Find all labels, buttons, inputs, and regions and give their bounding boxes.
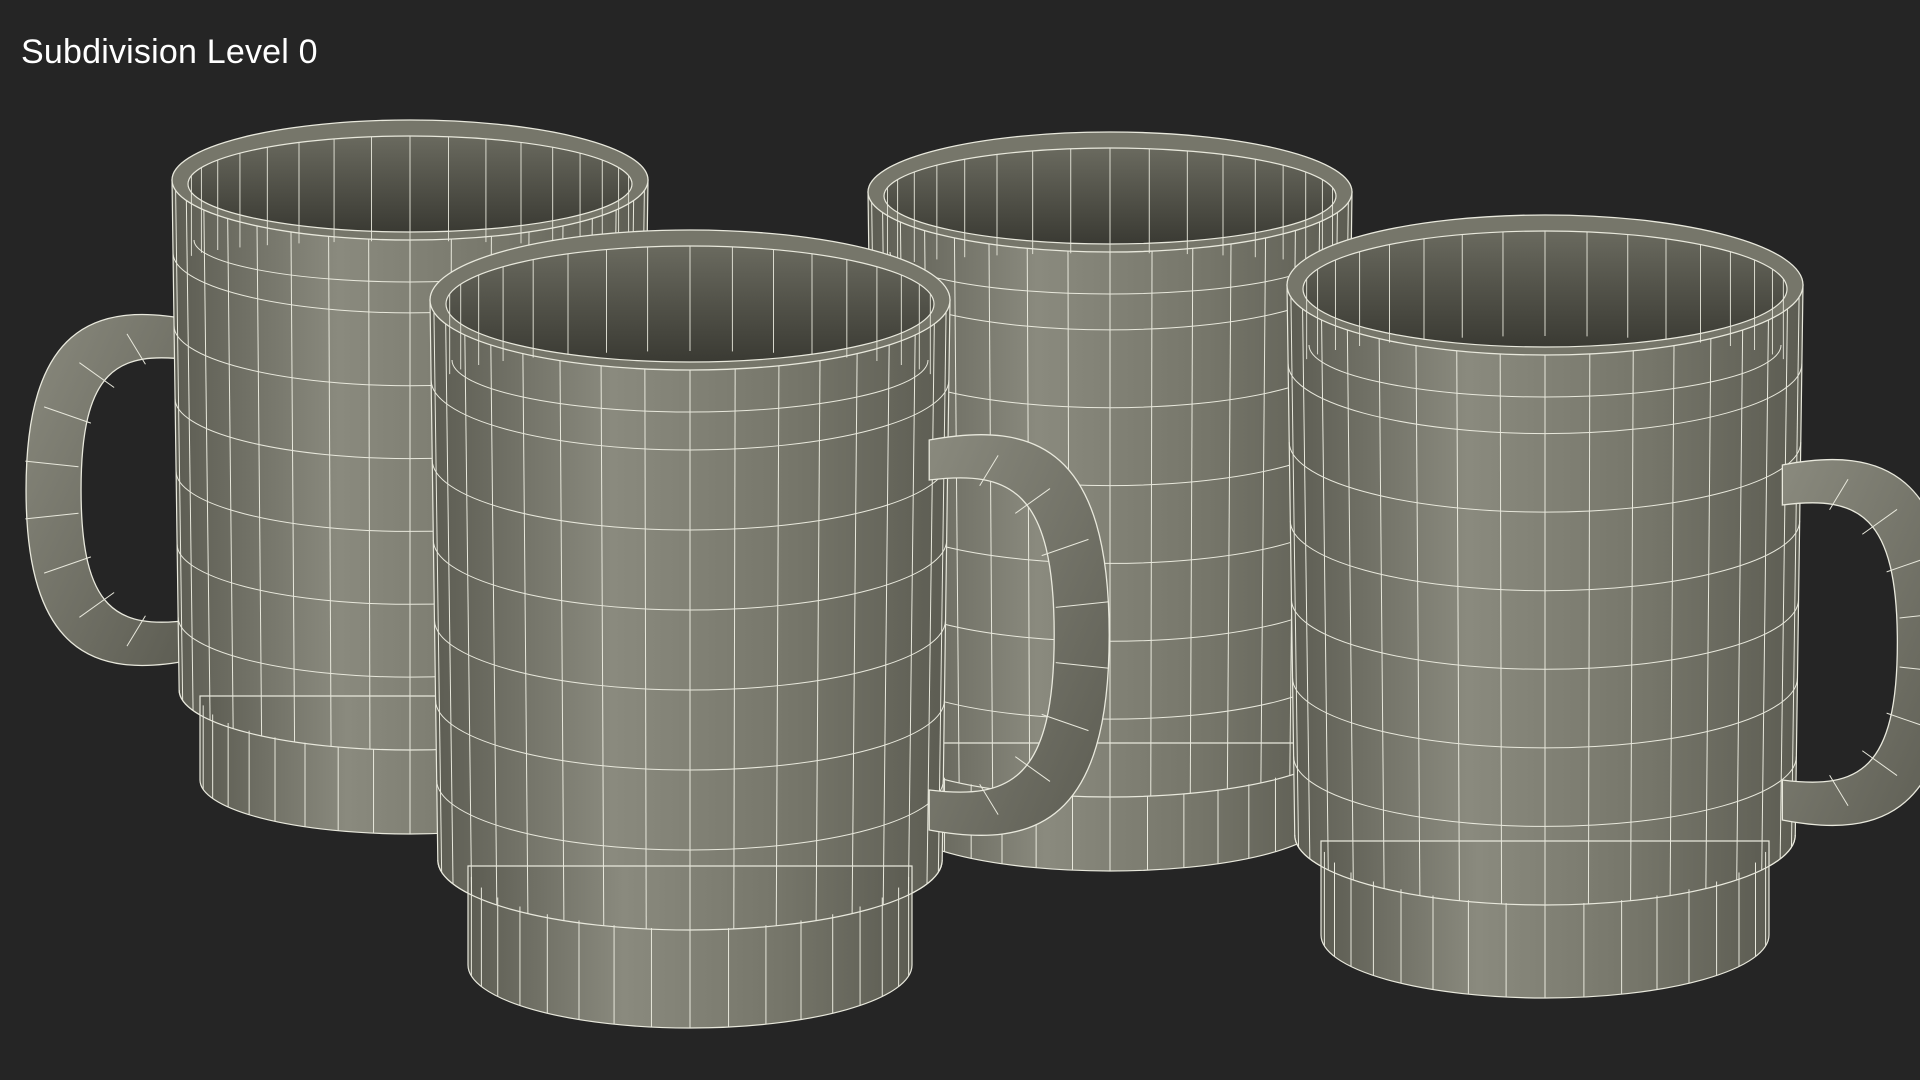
- mug-front-right: [1286, 214, 1920, 999]
- subdivision-level-label: Subdivision Level 0: [21, 33, 318, 71]
- render-canvas: [25, 119, 1920, 1029]
- mug-front-right-handle: [1781, 458, 1920, 827]
- viewport: Subdivision Level 0: [0, 0, 1920, 1080]
- mug-back-left-handle: [25, 313, 192, 667]
